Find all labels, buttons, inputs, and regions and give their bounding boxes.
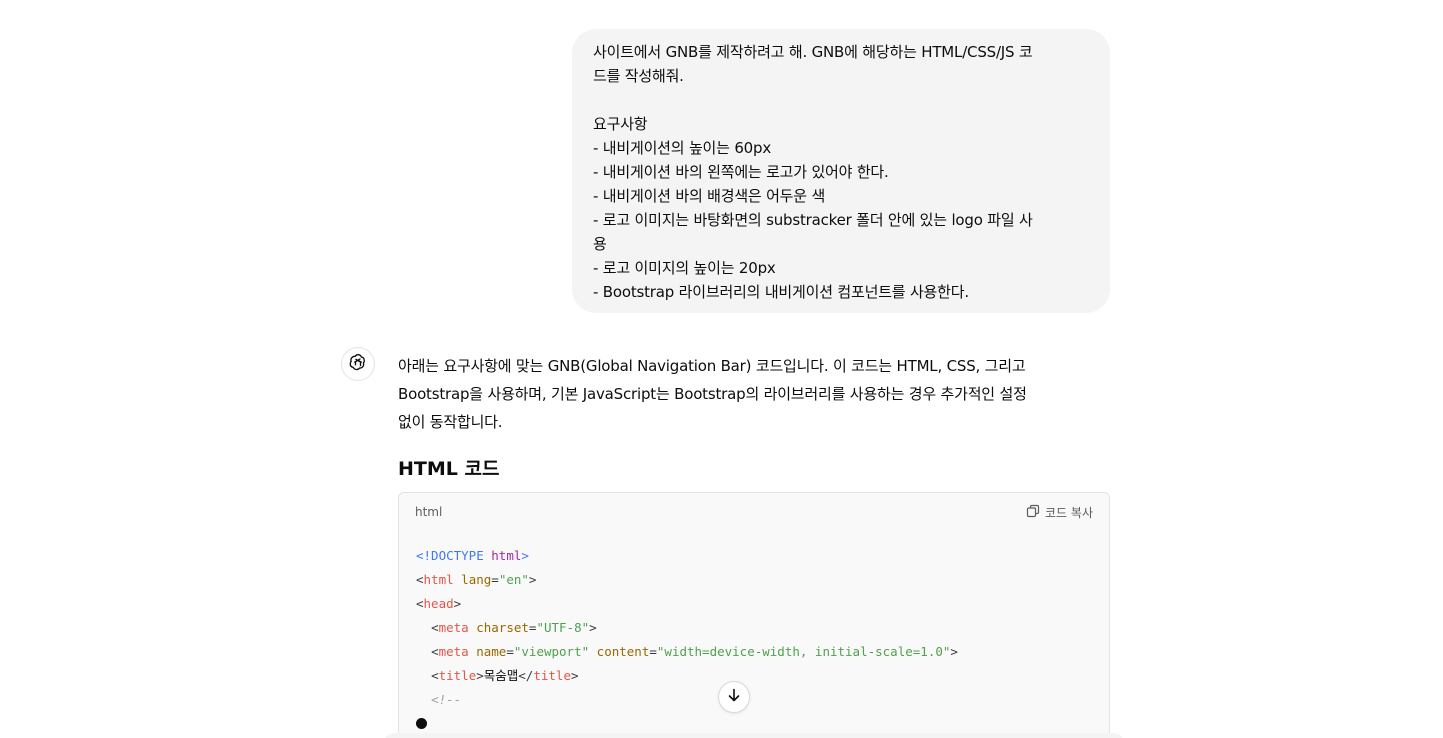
code-line: <head> <box>416 592 1093 616</box>
streaming-indicator-dot <box>416 718 427 729</box>
user-message-bubble: 사이트에서 GNB를 제작하려고 해. GNB에 해당하는 HTML/CSS/J… <box>572 29 1110 313</box>
code-token: > <box>528 572 537 587</box>
code-token: > <box>521 548 529 563</box>
assistant-avatar <box>341 347 375 381</box>
user-message-line: - Bootstrap 라이브러리의 내비게이션 컴포넌트를 사용한다. <box>593 283 969 301</box>
user-message-line: 사이트에서 GNB를 제작하려고 해. GNB에 해당하는 HTML/CSS/J… <box>593 43 1033 61</box>
user-message-line: - 로고 이미지의 높이는 20px <box>593 259 776 277</box>
code-block-header: html 코드 복사 <box>399 493 1109 531</box>
code-token: <!-- <box>431 692 462 707</box>
arrow-down-icon <box>726 687 742 707</box>
code-token: > <box>476 668 484 683</box>
copy-icon <box>1026 504 1040 521</box>
user-message-line: - 내비게이션 바의 배경색은 어두운 색 <box>593 187 826 205</box>
code-token: < <box>431 620 439 635</box>
code-token: "UTF-8" <box>536 620 590 635</box>
code-token: < <box>416 596 424 611</box>
user-message-text: 사이트에서 GNB를 제작하려고 해. GNB에 해당하는 HTML/CSS/J… <box>593 40 1090 304</box>
code-token: meta <box>438 620 469 635</box>
code-token: > <box>453 596 462 611</box>
code-token: </ <box>518 668 534 683</box>
code-token: "en" <box>498 572 529 587</box>
code-block: html 코드 복사 <!DOCTYPE html> <html lang="en… <box>398 492 1110 738</box>
section-heading: HTML 코드 <box>398 458 500 480</box>
code-content: <!DOCTYPE html> <html lang="en"> <head> <m… <box>399 531 1109 712</box>
code-line: <meta name="viewport" content="width=dev… <box>416 640 1093 664</box>
code-line: <!DOCTYPE html> <box>416 544 1093 568</box>
code-token: "width=device-width, initial-scale=1.0" <box>656 644 951 659</box>
code-token: = <box>491 572 499 587</box>
user-message-line: - 내비게이션 바의 왼쪽에는 로고가 있어야 한다. <box>593 163 889 181</box>
assistant-paragraph-line: 아래는 요구사항에 맞는 GNB(Global Navigation Bar) … <box>398 357 1026 375</box>
code-token: title <box>533 668 571 683</box>
scroll-to-bottom-button[interactable] <box>718 681 750 713</box>
assistant-paragraph-line: 없이 동작합니다. <box>398 413 503 431</box>
code-token: name <box>476 644 507 659</box>
copy-code-button[interactable]: 코드 복사 <box>1026 504 1093 521</box>
user-message-line: 드를 작성해줘. <box>593 67 684 85</box>
code-token: title <box>438 668 477 683</box>
code-token: 목숨맵 <box>483 668 519 683</box>
code-token: meta <box>438 644 469 659</box>
code-line: <title>목숨맵</title> <box>416 664 1093 688</box>
user-message-line: - 로고 이미지는 바탕화면의 substracker 폴더 안에 있는 log… <box>593 211 1033 229</box>
code-token: < <box>431 668 439 683</box>
code-token: = <box>506 644 514 659</box>
openai-logo-icon <box>348 352 368 376</box>
code-token: > <box>950 644 958 659</box>
code-token: content <box>596 644 650 659</box>
code-line: <html lang="en"> <box>416 568 1093 592</box>
code-token: html <box>423 572 454 587</box>
code-token: < <box>416 572 424 587</box>
code-language-label: html <box>415 505 443 519</box>
code-token: = <box>649 644 657 659</box>
assistant-paragraph-line: Bootstrap을 사용하며, 기본 JavaScript는 Bootstra… <box>398 385 1027 403</box>
code-token: > <box>589 620 597 635</box>
code-token: > <box>570 668 579 683</box>
user-message-line: 요구사항 <box>593 115 648 133</box>
message-composer[interactable] <box>383 733 1125 738</box>
user-message-line: - 내비게이션의 높이는 60px <box>593 139 772 157</box>
code-token: < <box>431 644 439 659</box>
assistant-paragraph: 아래는 요구사항에 맞는 GNB(Global Navigation Bar) … <box>398 352 1110 436</box>
code-line: <meta charset="UTF-8"> <box>416 616 1093 640</box>
code-token: lang <box>461 572 492 587</box>
code-token: "viewport" <box>513 644 590 659</box>
code-token: <!DOCTYPE <box>416 548 492 563</box>
code-line: <!-- <box>416 688 1093 712</box>
code-token: head <box>423 596 454 611</box>
user-message-line: 용 <box>593 235 607 253</box>
code-token: charset <box>476 620 529 635</box>
copy-code-label: 코드 복사 <box>1045 505 1093 520</box>
code-token: html <box>491 548 522 563</box>
